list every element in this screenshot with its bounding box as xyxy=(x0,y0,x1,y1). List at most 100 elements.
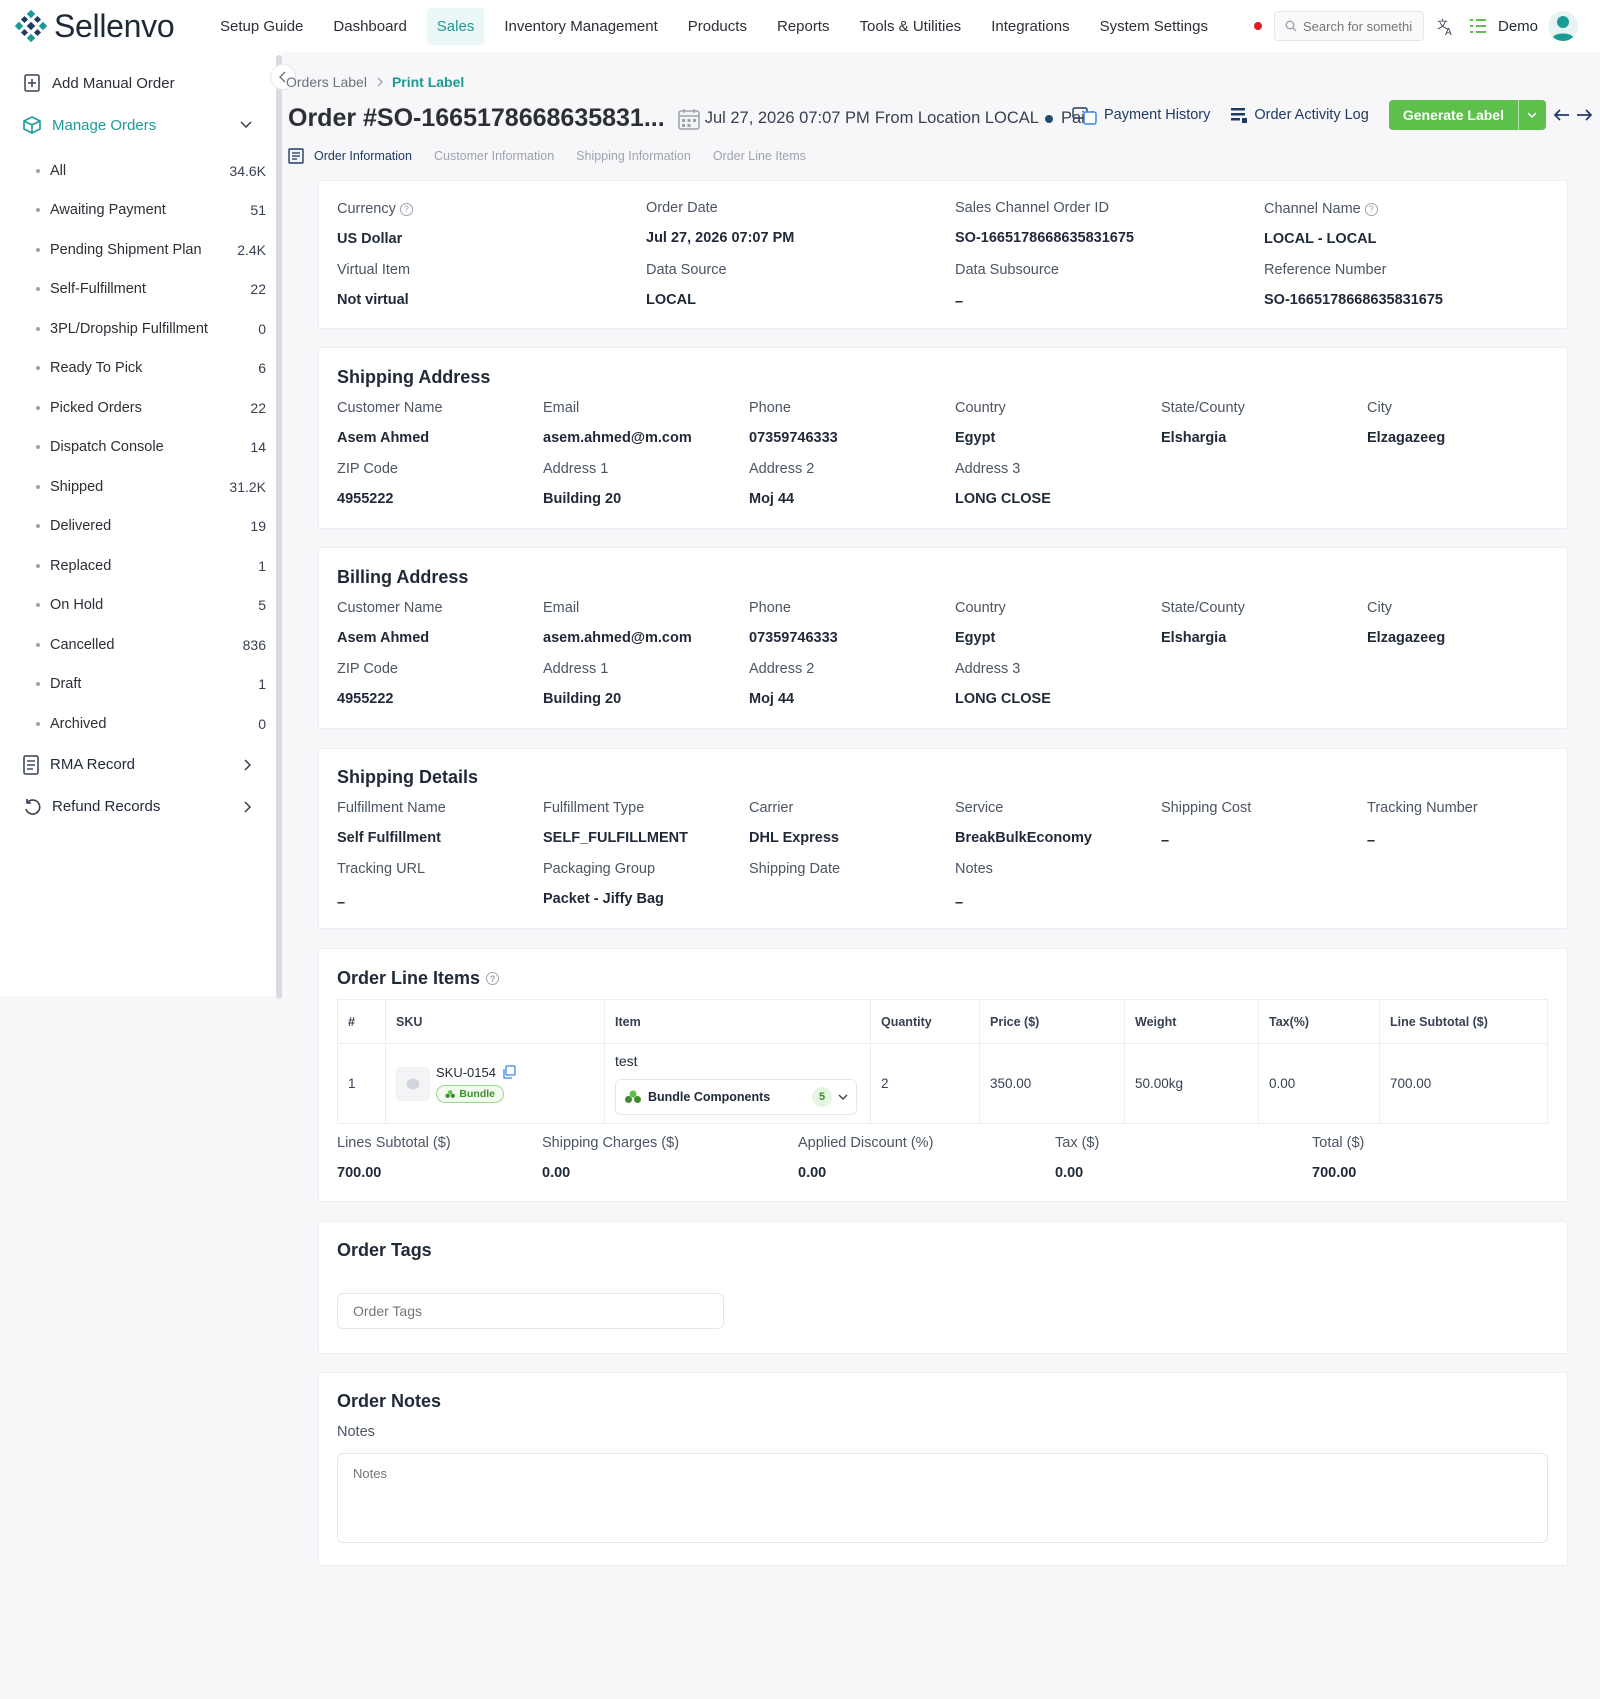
sidebar-item-self-fulfillment[interactable]: Self-Fulfillment 22 xyxy=(0,270,282,310)
payment-history-label: Payment History xyxy=(1104,107,1211,123)
tab-order-information[interactable]: Order Information xyxy=(288,148,412,164)
next-order-icon[interactable] xyxy=(1574,107,1594,123)
section-title: Billing Address xyxy=(337,567,469,587)
nav-integrations[interactable]: Integrations xyxy=(981,8,1079,45)
column-header: Price ($) xyxy=(979,999,1125,1044)
state-value: Elshargia xyxy=(1161,630,1227,646)
sidebar-item-3pl-dropship[interactable]: 3PL/Dropship Fulfillment 0 xyxy=(0,309,282,349)
user-name[interactable]: Demo xyxy=(1498,18,1538,35)
nav-dashboard[interactable]: Dashboard xyxy=(323,8,416,45)
address3-value: LONG CLOSE xyxy=(955,491,1051,507)
global-search[interactable] xyxy=(1273,11,1424,41)
tab-shipping-information[interactable]: Shipping Information xyxy=(576,149,691,163)
sidebar-item-cancelled[interactable]: Cancelled 836 xyxy=(0,625,282,665)
nav-products[interactable]: Products xyxy=(678,8,757,45)
sidebar-item-archived[interactable]: Archived 0 xyxy=(0,704,282,744)
chevron-right-icon xyxy=(244,800,252,813)
order-tags-input[interactable] xyxy=(337,1293,724,1329)
sidebar-item-on-hold[interactable]: On Hold 5 xyxy=(0,586,282,626)
notes-label: Notes xyxy=(955,861,993,877)
sidebar-item-dispatch-console[interactable]: Dispatch Console 14 xyxy=(0,428,282,468)
channel-name-value: LOCAL - LOCAL xyxy=(1264,231,1377,247)
order-info-icon xyxy=(288,148,304,164)
quantity-cell: 2 xyxy=(870,1043,980,1124)
sidebar-item-add-manual-order[interactable]: Add Manual Order xyxy=(0,62,282,104)
carrier-label: Carrier xyxy=(749,800,794,816)
app-logo[interactable]: Sellenvo xyxy=(14,8,210,45)
sidebar-scrollbar[interactable] xyxy=(276,55,282,999)
order-information-card: Currency? US Dollar Order Date Jul 27, 2… xyxy=(318,180,1568,329)
count-badge: 6 xyxy=(258,360,266,377)
task-list-icon xyxy=(1469,19,1486,33)
help-icon[interactable]: ? xyxy=(1364,202,1378,216)
applied-discount-value: 0.00 xyxy=(798,1165,827,1181)
sidebar-item-all[interactable]: All 34.6K xyxy=(0,151,282,191)
sidebar-item-pending-shipment-plan[interactable]: Pending Shipment Plan 2.4K xyxy=(0,230,282,270)
state-label: State/County xyxy=(1161,400,1245,416)
fulfillment-name-label: Fulfillment Name xyxy=(337,800,446,816)
breadcrumb-current[interactable]: Print Label xyxy=(392,74,464,90)
sidebar-group-rma-record[interactable]: RMA Record xyxy=(0,744,282,786)
nav-inventory-management[interactable]: Inventory Management xyxy=(494,8,667,45)
sku-code[interactable]: SKU-0154 xyxy=(436,1065,496,1080)
zip-value: 4955222 xyxy=(337,691,394,707)
tax-cell: 0.00 xyxy=(1258,1043,1380,1124)
nav-setup-guide[interactable]: Setup Guide xyxy=(210,8,313,45)
section-title: Order Notes xyxy=(337,1391,442,1411)
country-label: Country xyxy=(955,400,1006,416)
notes-value: – xyxy=(955,895,964,911)
breadcrumb-parent[interactable]: Orders Label xyxy=(286,74,367,90)
sidebar-item-replaced[interactable]: Replaced 1 xyxy=(0,546,282,586)
add-box-icon xyxy=(24,74,40,92)
nav-tools-utilities[interactable]: Tools & Utilities xyxy=(849,8,971,45)
order-activity-log-button[interactable]: Order Activity Log xyxy=(1230,106,1369,124)
activity-log-icon xyxy=(1231,108,1248,123)
nav-sales[interactable]: Sales xyxy=(426,7,485,45)
copy-icon[interactable] xyxy=(502,1065,516,1079)
count-badge: 51 xyxy=(250,202,266,219)
payment-history-button[interactable]: Payment History xyxy=(1072,104,1210,126)
document-icon xyxy=(23,754,39,775)
tab-customer-information[interactable]: Customer Information xyxy=(434,149,554,163)
zip-label: ZIP Code xyxy=(337,661,398,677)
sidebar-item-delivered[interactable]: Delivered 19 xyxy=(0,507,282,547)
sidebar-item-ready-to-pick[interactable]: Ready To Pick 6 xyxy=(0,349,282,389)
generate-label-dropdown[interactable] xyxy=(1517,100,1546,130)
tab-order-line-items[interactable]: Order Line Items xyxy=(713,149,806,163)
count-badge: 836 xyxy=(242,636,266,653)
sidebar-item-awaiting-payment[interactable]: Awaiting Payment 51 xyxy=(0,191,282,231)
order-date-label: Order Date xyxy=(646,200,718,216)
sidebar-item-picked-orders[interactable]: Picked Orders 22 xyxy=(0,388,282,428)
order-notes-textarea[interactable] xyxy=(337,1453,1548,1543)
sidebar-group-refund-records[interactable]: Refund Records xyxy=(0,786,282,828)
nav-system-settings[interactable]: System Settings xyxy=(1090,8,1218,45)
sidebar-group-manage-orders[interactable]: Manage Orders xyxy=(0,104,282,146)
help-icon[interactable]: ? xyxy=(486,972,500,985)
bundle-icon xyxy=(625,1090,641,1103)
count-badge: 0 xyxy=(258,715,266,732)
avatar[interactable] xyxy=(1548,11,1578,41)
search-input[interactable] xyxy=(1302,18,1413,34)
translate-button[interactable]: 文A xyxy=(1436,16,1456,36)
section-title: Shipping Address xyxy=(337,367,491,387)
help-icon[interactable]: ? xyxy=(399,202,413,216)
status-dot xyxy=(1044,114,1053,123)
tracking-url-value: – xyxy=(337,895,346,911)
virtual-item-label: Virtual Item xyxy=(337,262,411,278)
email-value: asem.ahmed@m.com xyxy=(543,630,692,646)
nav-reports[interactable]: Reports xyxy=(767,8,840,45)
previous-order-icon[interactable] xyxy=(1552,107,1572,123)
sidebar-item-shipped[interactable]: Shipped 31.2K xyxy=(0,467,282,507)
product-thumbnail xyxy=(396,1066,430,1101)
sku-cell: SKU-0154 Bundle xyxy=(385,1043,605,1124)
sales-channel-id-value: SO-1665178668635831675 xyxy=(955,230,1134,246)
bundle-components-dropdown[interactable]: Bundle Components 5 xyxy=(615,1078,857,1115)
generate-label-button[interactable]: Generate Label xyxy=(1388,100,1546,130)
country-value: Egypt xyxy=(955,630,996,646)
sidebar-item-draft[interactable]: Draft 1 xyxy=(0,665,282,705)
service-label: Service xyxy=(955,800,1004,816)
notes-field-label: Notes xyxy=(337,1424,375,1440)
sidebar-item-label: Add Manual Order xyxy=(52,74,175,92)
task-list-button[interactable] xyxy=(1468,16,1488,36)
billing-address-card: Billing Address Customer Name Asem Ahmed… xyxy=(318,547,1568,729)
